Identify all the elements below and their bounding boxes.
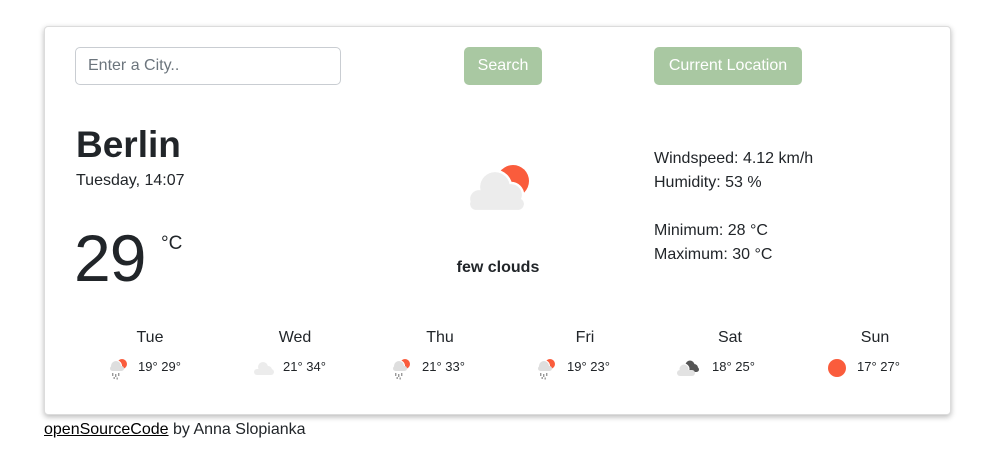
- weather-card: Search Current Location Berlin Tuesday, …: [44, 26, 951, 415]
- forecast-temps: 21° 34°: [283, 359, 326, 374]
- forecast-row: Tue 19° 29° Wed 21° 34° Thu 21° 33° Fri: [75, 326, 915, 386]
- forecast-day: Wed 21° 34°: [225, 326, 365, 386]
- forecast-day-name: Tue: [136, 329, 164, 346]
- forecast-day-name: Fri: [575, 329, 595, 346]
- few-clouds-icon: [465, 161, 533, 213]
- weather-description: few clouds: [456, 259, 540, 276]
- date-time: Tuesday, 14:07: [76, 172, 185, 189]
- current-location-button[interactable]: Current Location: [654, 47, 802, 85]
- forecast-day: Fri 19° 23°: [515, 326, 655, 386]
- forecast-temps: 18° 25°: [712, 359, 755, 374]
- cloud-icon: [252, 356, 276, 380]
- broken-clouds-icon: [676, 356, 700, 380]
- city-search-input[interactable]: [75, 47, 341, 85]
- open-source-code-link[interactable]: openSourceCode: [44, 421, 169, 438]
- current-temperature: 29: [74, 221, 146, 295]
- weather-details: Windspeed: 4.12 km/h Humidity: 53 % Mini…: [654, 147, 813, 267]
- forecast-day: Tue 19° 29°: [80, 326, 220, 386]
- forecast-temps: 19° 23°: [567, 359, 610, 374]
- city-name: Berlin: [76, 124, 181, 165]
- temperature-unit[interactable]: °C: [161, 232, 182, 256]
- windspeed: Windspeed: 4.12 km/h: [654, 150, 814, 167]
- rain-sun-icon: [107, 356, 131, 380]
- forecast-temps: 21° 33°: [422, 359, 465, 374]
- sun-icon: [825, 356, 849, 380]
- humidity: Humidity: 53 %: [654, 174, 762, 191]
- forecast-temps: 17° 27°: [857, 359, 900, 374]
- rain-sun-icon: [535, 356, 559, 380]
- forecast-day: Sun 17° 27°: [805, 326, 945, 386]
- forecast-day-name: Sat: [717, 329, 742, 346]
- search-button[interactable]: Search: [464, 47, 542, 85]
- rain-sun-icon: [390, 356, 414, 380]
- forecast-day: Thu 21° 33°: [370, 326, 510, 386]
- forecast-day: Sat 18° 25°: [660, 326, 800, 386]
- footer: openSourceCode by Anna Slopianka: [44, 420, 306, 440]
- forecast-day-name: Wed: [278, 329, 312, 346]
- minimum-temperature: Minimum: 28 °C: [654, 222, 768, 239]
- forecast-day-name: Thu: [426, 329, 454, 346]
- maximum-temperature: Maximum: 30 °C: [654, 246, 773, 263]
- footer-author: by Anna Slopianka: [168, 421, 306, 438]
- forecast-day-name: Sun: [860, 329, 890, 346]
- forecast-temps: 19° 29°: [138, 359, 181, 374]
